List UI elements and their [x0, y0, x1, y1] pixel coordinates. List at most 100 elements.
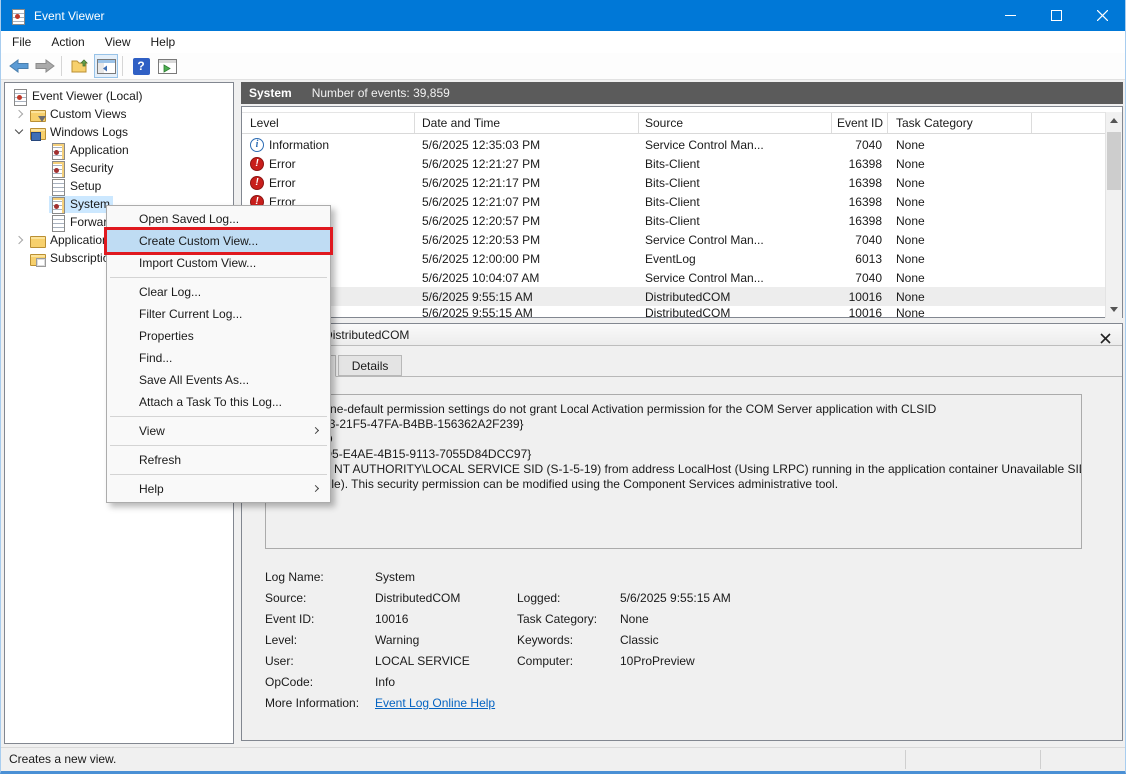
- tree-item-label: Application: [70, 143, 129, 157]
- status-bar-divider: [1040, 750, 1041, 769]
- tree-item[interactable]: Setup: [5, 177, 233, 195]
- event-row[interactable]: Information 5/6/2025 12:00:00 PM EventLo…: [242, 249, 1105, 268]
- submenu-arrow-icon: [312, 485, 319, 492]
- event-source: DistributedCOM: [639, 290, 832, 304]
- context-menu-item[interactable]: View: [107, 420, 330, 442]
- tree-item-icon: [30, 107, 46, 122]
- event-id: 7040: [832, 271, 888, 285]
- context-menu-item[interactable]: Create Custom View...: [107, 230, 330, 252]
- context-menu-item-label: Help: [139, 482, 164, 496]
- event-row[interactable]: Error 5/6/2025 12:21:07 PM Bits-Client 1…: [242, 192, 1105, 211]
- context-menu-item[interactable]: Clear Log...: [107, 281, 330, 303]
- description-line: The machine-default permission settings …: [274, 402, 1073, 417]
- description-line: and APPID: [274, 432, 1073, 447]
- toolbar-separator: [61, 56, 62, 76]
- back-arrow-icon: [9, 59, 29, 73]
- menu-bar-item[interactable]: Help: [142, 31, 185, 53]
- field-row: Logged:5/6/2025 9:55:15 AM: [517, 588, 731, 609]
- event-id: 16398: [832, 157, 888, 171]
- tree-item[interactable]: Windows Logs: [5, 123, 233, 141]
- event-row[interactable]: Information 5/6/2025 10:04:07 AM Service…: [242, 268, 1105, 287]
- context-menu-item[interactable]: Save All Events As...: [107, 369, 330, 391]
- preview-close-icon: [1100, 333, 1111, 344]
- tree-item[interactable]: Custom Views: [5, 105, 233, 123]
- action-pane-icon: [158, 59, 177, 74]
- navigate-back-button[interactable]: [7, 54, 31, 78]
- tree-item[interactable]: Application: [5, 141, 233, 159]
- event-row[interactable]: Warning 5/6/2025 9:55:15 AM DistributedC…: [242, 287, 1105, 306]
- console-tree-toggle-button[interactable]: [94, 54, 118, 78]
- navigate-forward-button[interactable]: [33, 54, 57, 78]
- event-viewer-app-icon: [10, 8, 26, 24]
- event-row[interactable]: Error 5/6/2025 12:21:27 PM Bits-Client 1…: [242, 154, 1105, 173]
- tree-expander-icon[interactable]: [11, 231, 29, 249]
- context-menu-item[interactable]: Refresh: [107, 449, 330, 471]
- scrollbar-thumb[interactable]: [1107, 132, 1121, 190]
- help-button[interactable]: ?: [129, 54, 153, 78]
- column-header-event-id[interactable]: Event ID: [832, 113, 888, 133]
- context-menu-item[interactable]: Properties: [107, 325, 330, 347]
- vertical-scrollbar[interactable]: [1105, 112, 1122, 318]
- tree-expander-icon[interactable]: [11, 123, 29, 141]
- context-menu-item[interactable]: Open Saved Log...: [107, 208, 330, 230]
- tree-item-label: Setup: [70, 179, 101, 193]
- context-menu-item[interactable]: Import Custom View...: [107, 252, 330, 274]
- tree-item-icon: [30, 251, 46, 266]
- event-task-category: None: [888, 306, 1032, 317]
- event-datetime: 5/6/2025 12:20:57 PM: [415, 214, 639, 228]
- event-row[interactable]: Error 5/6/2025 12:20:57 PM Bits-Client 1…: [242, 211, 1105, 230]
- preview-tab[interactable]: Details: [338, 355, 403, 376]
- preview-close-button[interactable]: [1100, 329, 1112, 341]
- field-value: DistributedCOM: [375, 591, 460, 605]
- column-header-task-category[interactable]: Task Category: [888, 113, 1032, 133]
- event-row[interactable]: Information 5/6/2025 12:35:03 PM Service…: [242, 135, 1105, 154]
- context-menu: Open Saved Log... Create Custom View... …: [106, 205, 331, 503]
- field-value: Classic: [620, 633, 659, 647]
- tree-item[interactable]: Event Viewer (Local): [5, 87, 233, 105]
- context-menu-item[interactable]: Attach a Task To this Log...: [107, 391, 330, 413]
- context-menu-item[interactable]: Find...: [107, 347, 330, 369]
- open-saved-log-button[interactable]: [68, 54, 92, 78]
- context-menu-item[interactable]: Filter Current Log...: [107, 303, 330, 325]
- level-label: Error: [269, 176, 296, 190]
- field-value: LOCAL SERVICE: [375, 654, 470, 668]
- toolbar-separator: [122, 56, 123, 76]
- field-row: More Information:Event Log Online Help: [265, 693, 495, 714]
- event-datetime: 5/6/2025 12:21:07 PM: [415, 195, 639, 209]
- maximize-button[interactable]: [1033, 0, 1079, 31]
- tree-expander-icon[interactable]: [11, 249, 29, 267]
- event-task-category: None: [888, 138, 1032, 152]
- close-button[interactable]: [1079, 0, 1125, 31]
- minimize-button[interactable]: [987, 0, 1033, 31]
- column-header-level[interactable]: Level: [242, 113, 415, 133]
- field-row: Keywords:Classic: [517, 630, 731, 651]
- field-value: System: [375, 570, 415, 584]
- tree-item-icon: [30, 125, 46, 140]
- column-header-date[interactable]: Date and Time: [415, 113, 639, 133]
- close-icon: [1097, 10, 1108, 21]
- event-source: Service Control Man...: [639, 271, 832, 285]
- event-row[interactable]: Error 5/6/2025 12:21:17 PM Bits-Client 1…: [242, 173, 1105, 192]
- context-menu-item-label: Clear Log...: [139, 285, 201, 299]
- scroll-up-icon[interactable]: [1106, 112, 1122, 128]
- event-id: 16398: [832, 195, 888, 209]
- level-label: Error: [269, 157, 296, 171]
- log-header-bar: System Number of events: 39,859: [241, 82, 1123, 104]
- event-description[interactable]: The machine-default permission settings …: [265, 394, 1082, 549]
- tree-item[interactable]: Security: [5, 159, 233, 177]
- context-menu-item[interactable]: Help: [107, 478, 330, 500]
- event-datetime: 5/6/2025 9:55:15 AM: [415, 290, 639, 304]
- menu-bar-item[interactable]: Action: [42, 31, 93, 53]
- tree-expander-icon[interactable]: [11, 105, 29, 123]
- column-header-source[interactable]: Source: [639, 113, 832, 133]
- menu-bar-item[interactable]: File: [3, 31, 40, 53]
- event-row[interactable]: Warning 5/6/2025 9:55:15 AM DistributedC…: [242, 306, 1105, 317]
- action-pane-toggle-button[interactable]: [155, 54, 179, 78]
- event-row[interactable]: Information 5/6/2025 12:20:53 PM Service…: [242, 230, 1105, 249]
- scroll-down-icon[interactable]: [1106, 302, 1122, 318]
- field-row: Event ID:10016: [265, 609, 495, 630]
- menu-bar-item[interactable]: View: [96, 31, 140, 53]
- column-header-extra: [1032, 113, 1105, 133]
- field-value: None: [620, 612, 649, 626]
- event-log-online-help-link[interactable]: Event Log Online Help: [375, 696, 495, 710]
